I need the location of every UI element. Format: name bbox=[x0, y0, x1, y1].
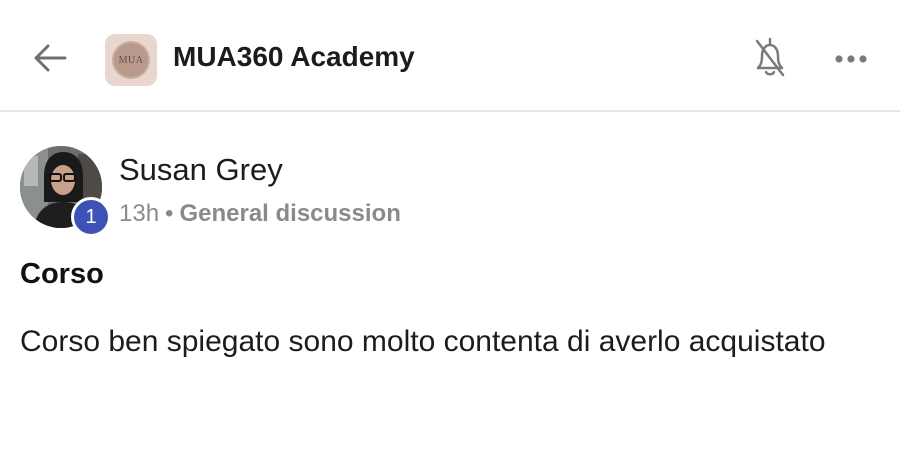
post-meta: 13h • General discussion bbox=[119, 200, 401, 228]
notifications-toggle-button[interactable] bbox=[746, 34, 794, 84]
group-title[interactable]: MUA360 Academy bbox=[173, 41, 415, 73]
bell-off-icon bbox=[752, 35, 788, 84]
post-body: Corso ben spiegato sono molto contenta d… bbox=[20, 325, 826, 358]
post-time: 13h bbox=[119, 200, 160, 227]
post-title: Corso bbox=[20, 258, 104, 290]
back-button[interactable] bbox=[26, 36, 74, 84]
author-level-badge: 1 bbox=[71, 197, 111, 237]
arrow-left-icon bbox=[33, 43, 67, 78]
author-name[interactable]: Susan Grey bbox=[119, 152, 283, 188]
post-category-link[interactable]: General discussion bbox=[179, 200, 400, 227]
top-app-bar: MUA MUA360 Academy bbox=[0, 0, 900, 112]
meta-separator: • bbox=[165, 200, 174, 227]
more-options-button[interactable] bbox=[828, 40, 874, 80]
group-logo[interactable]: MUA bbox=[105, 34, 157, 86]
group-logo-mark: MUA bbox=[112, 41, 150, 79]
more-horizontal-icon bbox=[834, 51, 868, 69]
